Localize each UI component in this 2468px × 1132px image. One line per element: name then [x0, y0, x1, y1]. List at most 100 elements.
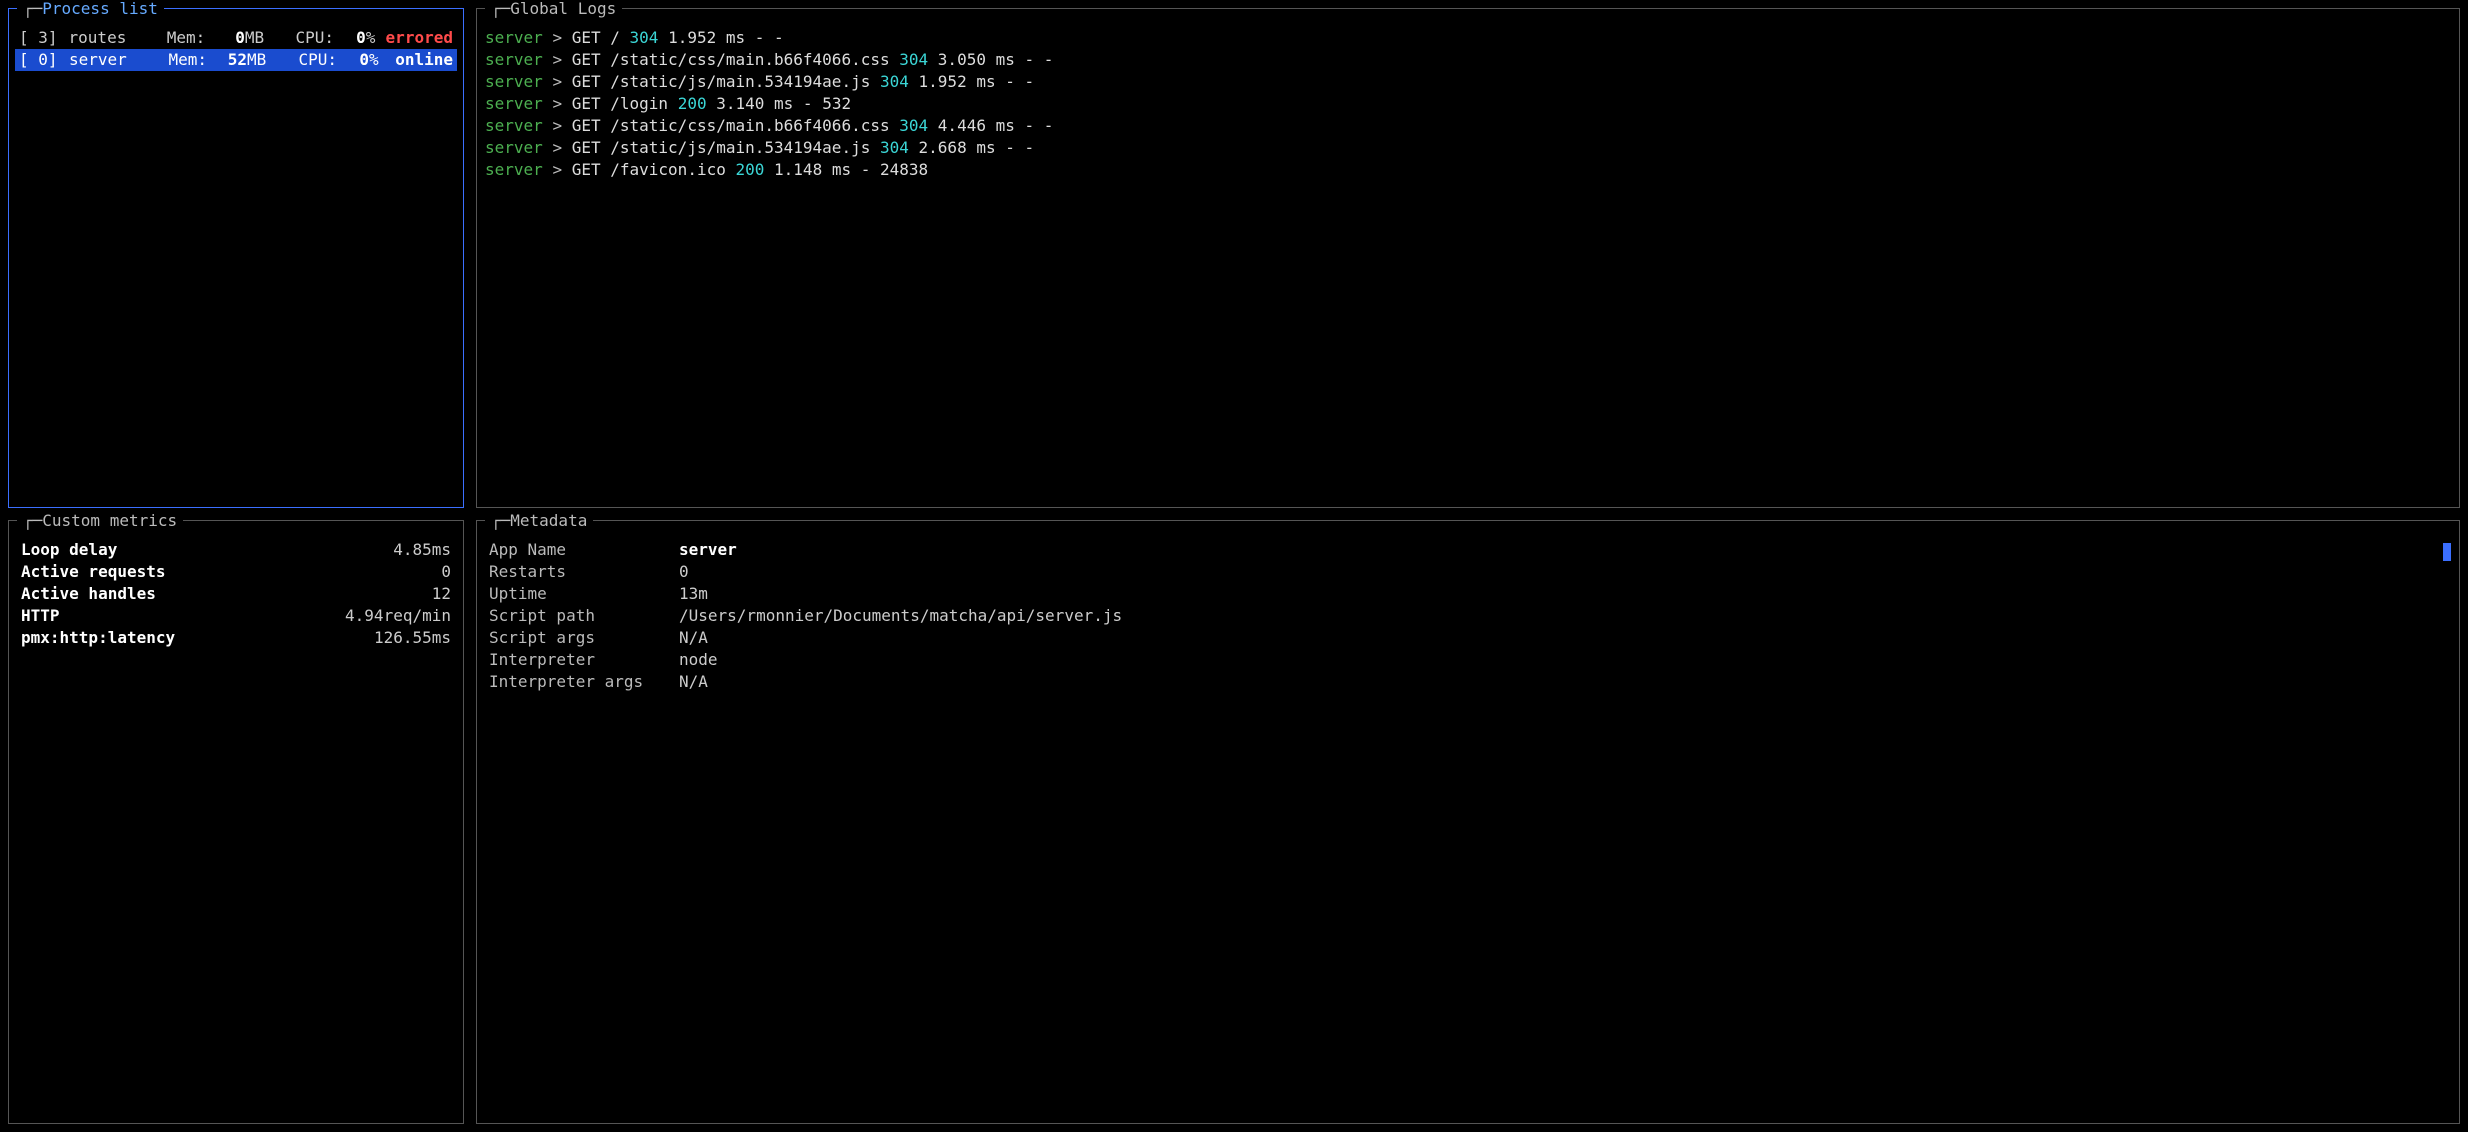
global-logs-title-wrap: ┌─ Global Logs: [485, 0, 622, 20]
log-request: GET /static/js/main.534194ae.js: [572, 72, 871, 91]
mem-value: 52: [207, 49, 247, 71]
log-status-code: 304: [899, 116, 928, 135]
cpu-value: 0: [337, 49, 369, 71]
log-timing: 4.446 ms - -: [938, 116, 1054, 135]
mem-label: Mem:: [157, 49, 207, 71]
cpu-value: 0: [334, 27, 366, 49]
process-name: routes: [69, 27, 156, 49]
mem-unit: MB: [245, 27, 275, 49]
log-line: server > GET / 304 1.952 ms - -: [483, 27, 2453, 49]
metadata-title-wrap: ┌─ Metadata: [485, 510, 593, 532]
metric-label: HTTP: [21, 605, 60, 627]
cpu-unit: %: [369, 49, 389, 71]
process-row-server[interactable]: [ 0]serverMem:52 MBCPU:0 %online: [15, 49, 457, 71]
log-line: server > GET /static/js/main.534194ae.js…: [483, 71, 2453, 93]
process-list-panel[interactable]: ┌─ Process list [ 3]routesMem:0 MBCPU:0 …: [8, 8, 464, 508]
metadata-value: /Users/rmonnier/Documents/matcha/api/ser…: [679, 605, 1122, 627]
log-request: GET /static/css/main.b66f4066.css: [572, 116, 890, 135]
metric-row: HTTP 4.94req/min: [15, 605, 457, 627]
metadata-row: Restarts0: [483, 561, 2453, 583]
log-source: server: [485, 160, 543, 179]
process-name: server: [69, 49, 157, 71]
log-chevron-icon: >: [552, 160, 562, 179]
metadata-row: Interpreter argsN/A: [483, 671, 2453, 693]
metric-row: Active handles 12: [15, 583, 457, 605]
metadata-title: Metadata: [510, 510, 587, 532]
log-chevron-icon: >: [552, 116, 562, 135]
log-timing: 3.050 ms - -: [938, 50, 1054, 69]
log-status-code: 304: [880, 138, 909, 157]
metadata-label: Script args: [489, 627, 679, 649]
log-source: server: [485, 116, 543, 135]
mem-value: 0: [205, 27, 245, 49]
metric-label: pmx:http:latency: [21, 627, 175, 649]
metadata-label: Interpreter: [489, 649, 679, 671]
log-chevron-icon: >: [552, 94, 562, 113]
log-line: server > GET /static/css/main.b66f4066.c…: [483, 115, 2453, 137]
metadata-value: 13m: [679, 583, 708, 605]
log-chevron-icon: >: [552, 28, 562, 47]
mem-unit: MB: [247, 49, 277, 71]
metadata-value: server: [679, 539, 737, 561]
metadata-scrollbar[interactable]: [2443, 543, 2451, 561]
process-status: errored: [386, 27, 453, 49]
metric-value: 126.55ms: [374, 627, 451, 649]
custom-metrics-title-wrap: ┌─ Custom metrics: [17, 510, 183, 532]
metric-value: 4.94req/min: [345, 605, 451, 627]
custom-metrics-panel[interactable]: ┌─ Custom metrics Loop delay4.85msActive…: [8, 520, 464, 1124]
cpu-unit: %: [366, 27, 386, 49]
global-logs-title: Global Logs: [510, 0, 616, 20]
metadata-value: N/A: [679, 627, 708, 649]
metadata-row: Interpreternode: [483, 649, 2453, 671]
process-id: [ 0]: [19, 49, 69, 71]
log-source: server: [485, 94, 543, 113]
process-status: online: [389, 49, 453, 71]
process-list-title-wrap: ┌─ Process list: [17, 0, 164, 20]
log-line: server > GET /favicon.ico 200 1.148 ms -…: [483, 159, 2453, 181]
metadata-value: node: [679, 649, 718, 671]
metric-label: Active handles: [21, 583, 156, 605]
log-status-code: 200: [678, 94, 707, 113]
log-request: GET /static/css/main.b66f4066.css: [572, 50, 890, 69]
custom-metrics-title: Custom metrics: [42, 510, 177, 532]
metadata-label: Interpreter args: [489, 671, 679, 693]
log-request: GET /: [572, 28, 620, 47]
log-status-code: 304: [899, 50, 928, 69]
log-chevron-icon: >: [552, 138, 562, 157]
metadata-row: Script path/Users/rmonnier/Documents/mat…: [483, 605, 2453, 627]
metadata-row: Uptime13m: [483, 583, 2453, 605]
log-source: server: [485, 138, 543, 157]
log-status-code: 304: [630, 28, 659, 47]
metadata-label: App Name: [489, 539, 679, 561]
log-request: GET /static/js/main.534194ae.js: [572, 138, 871, 157]
process-row-routes[interactable]: [ 3]routesMem:0 MBCPU:0 %errored: [15, 27, 457, 49]
metadata-label: Script path: [489, 605, 679, 627]
metric-label: Active requests: [21, 561, 166, 583]
metadata-panel[interactable]: ┌─ Metadata App NameserverRestarts0Uptim…: [476, 520, 2460, 1124]
metadata-label: Uptime: [489, 583, 679, 605]
metadata-value: N/A: [679, 671, 708, 693]
metadata-label: Restarts: [489, 561, 679, 583]
log-chevron-icon: >: [552, 72, 562, 91]
metadata-row: Script argsN/A: [483, 627, 2453, 649]
cpu-label: CPU:: [277, 49, 337, 71]
log-chevron-icon: >: [552, 50, 562, 69]
metric-value: 0: [441, 561, 451, 583]
metric-row: pmx:http:latency 126.55ms: [15, 627, 457, 649]
cpu-label: CPU:: [275, 27, 334, 49]
log-timing: 1.952 ms - -: [668, 28, 784, 47]
log-source: server: [485, 72, 543, 91]
log-status-code: 304: [880, 72, 909, 91]
metric-row: Loop delay4.85ms: [15, 539, 457, 561]
global-logs-panel[interactable]: ┌─ Global Logs server > GET / 304 1.952 …: [476, 8, 2460, 508]
log-line: server > GET /static/js/main.534194ae.js…: [483, 137, 2453, 159]
metric-row: Active requests 0: [15, 561, 457, 583]
log-request: GET /login: [572, 94, 668, 113]
metadata-row: App Nameserver: [483, 539, 2453, 561]
log-status-code: 200: [735, 160, 764, 179]
log-source: server: [485, 50, 543, 69]
log-timing: 1.952 ms - -: [919, 72, 1035, 91]
log-timing: 1.148 ms - 24838: [774, 160, 928, 179]
metric-value: 12: [432, 583, 451, 605]
metric-value: 4.85ms: [393, 539, 451, 561]
